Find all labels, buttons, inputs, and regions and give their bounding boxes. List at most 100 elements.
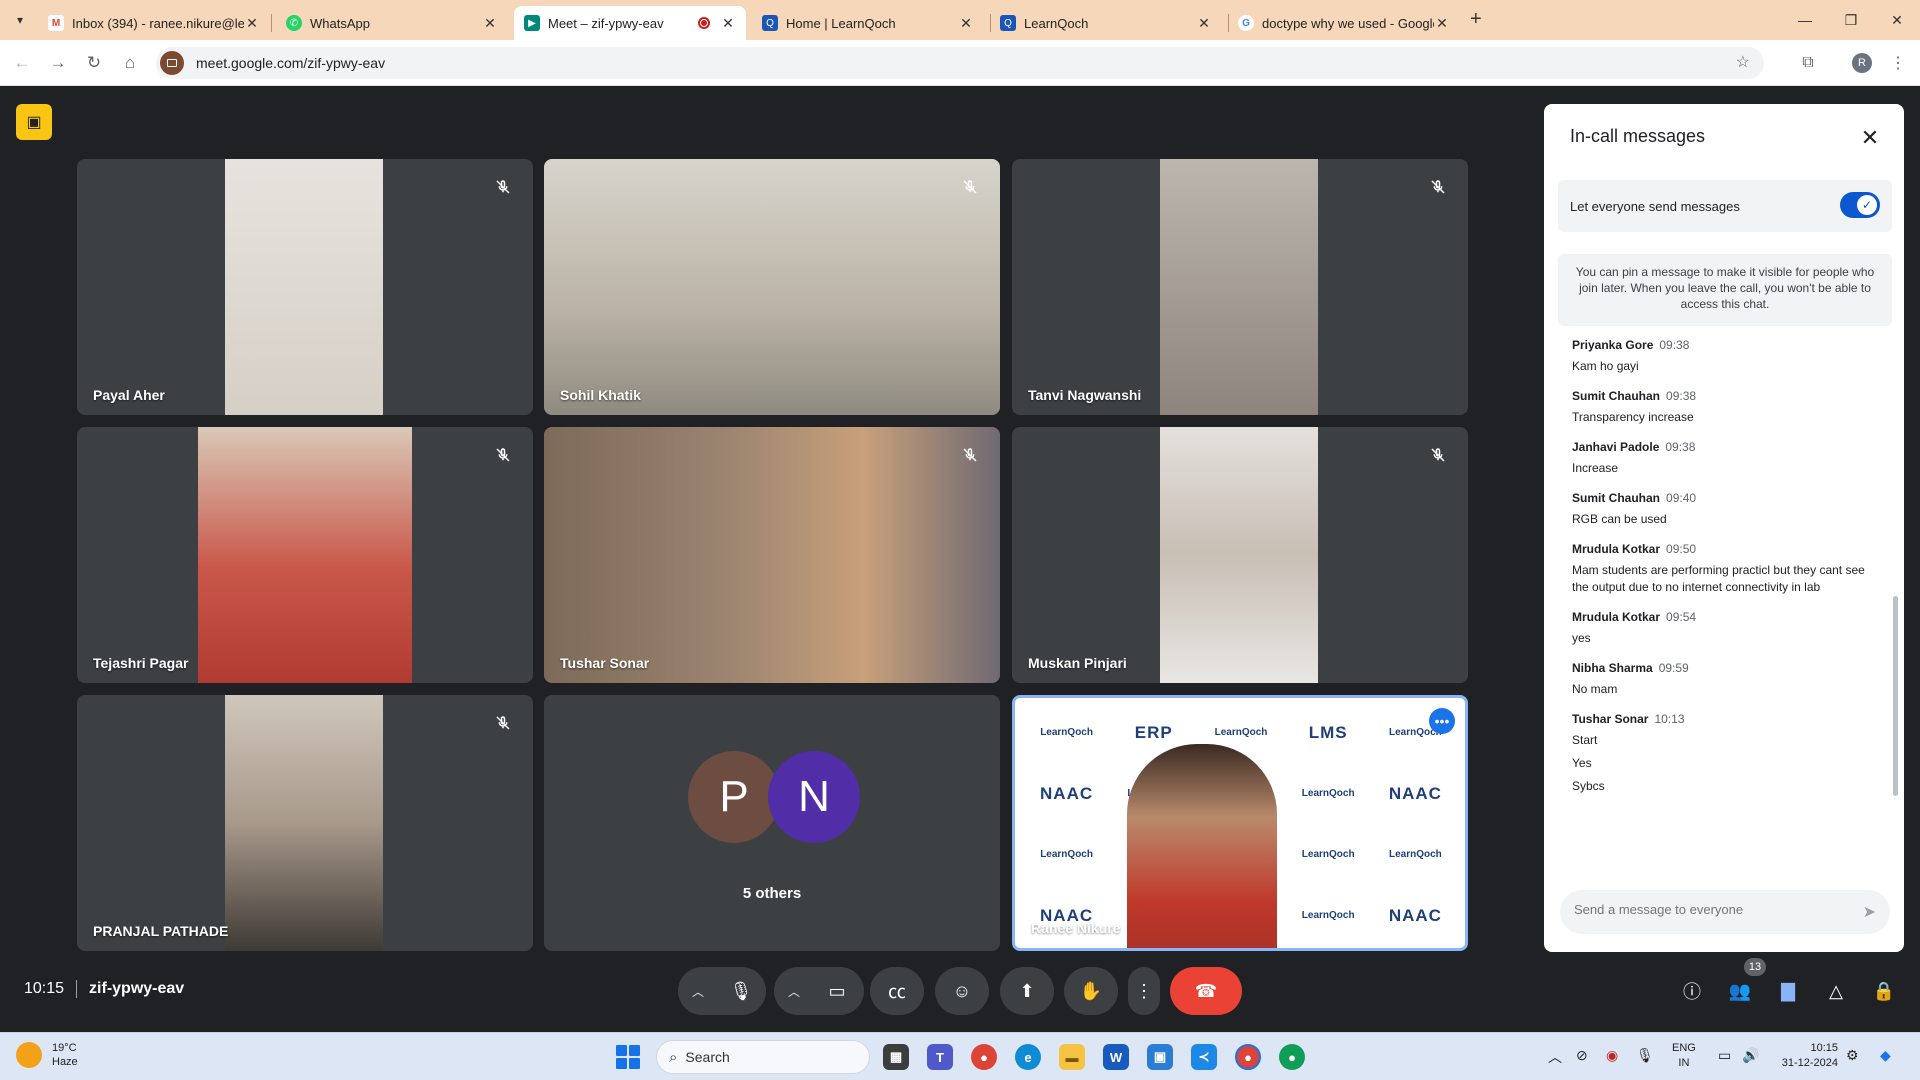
close-tab-icon[interactable]: ✕ xyxy=(1196,15,1212,32)
camera-icon[interactable]: ▭ xyxy=(814,968,860,1014)
file-explorer-icon[interactable]: ▬ xyxy=(1056,1041,1088,1073)
captions-button[interactable]: ㏄ xyxy=(870,967,924,1015)
chrome-profile-icon[interactable]: ● xyxy=(1232,1041,1264,1073)
raise-hand-button[interactable]: ✋ xyxy=(1064,967,1118,1015)
others-count-label: 5 others xyxy=(742,885,802,902)
participant-video xyxy=(1160,159,1318,415)
background-logo: LearnQoch xyxy=(1040,727,1093,738)
restore-button[interactable]: ❐ xyxy=(1828,6,1874,34)
participant-video xyxy=(544,427,1000,683)
participant-tile[interactable]: PRANJAL PATHADE xyxy=(77,695,533,951)
microphone-icon[interactable]: 🎙 xyxy=(718,968,764,1014)
participant-video xyxy=(1160,427,1318,683)
show-hidden-icons[interactable]: ︿ xyxy=(1548,1047,1562,1067)
message-list[interactable]: Priyanka Gore 09:38 Kam ho gayi Sumit Cha… xyxy=(1572,338,1884,878)
learnqoch-icon: Q xyxy=(1000,15,1016,31)
back-button[interactable]: ← xyxy=(8,49,36,77)
chat-scrollbar[interactable] xyxy=(1893,596,1898,796)
message-time: 09:38 xyxy=(1659,338,1690,352)
participant-tile[interactable]: Sohil Khatik xyxy=(544,159,1000,415)
taskbar-search[interactable]: ⌕ Search xyxy=(656,1040,870,1074)
language-indicator[interactable]: ENG IN xyxy=(1672,1041,1696,1071)
close-tab-icon[interactable]: ✕ xyxy=(244,15,260,32)
store-icon[interactable]: ▣ xyxy=(1144,1041,1176,1073)
tab-gmail[interactable]: M Inbox (394) - ranee.nikure@lea ✕ xyxy=(38,6,270,40)
close-icon[interactable]: ✕ xyxy=(1856,124,1884,152)
participant-tile[interactable]: Muskan Pinjari xyxy=(1012,427,1468,683)
extensions-icon[interactable]: ⧉ xyxy=(1794,49,1822,77)
teams-icon[interactable]: T xyxy=(924,1041,956,1073)
participant-tile[interactable]: Tejashri Pagar xyxy=(77,427,533,683)
participant-video xyxy=(225,695,383,951)
message-text: Increase xyxy=(1572,461,1619,475)
close-tab-icon[interactable]: ✕ xyxy=(1434,15,1450,32)
start-button[interactable] xyxy=(616,1045,640,1069)
site-info-icon[interactable] xyxy=(160,51,184,75)
microphone-tray-icon[interactable]: 🎙 xyxy=(1636,1047,1654,1064)
chat-icon[interactable]: ▇ xyxy=(1770,975,1806,1007)
meeting-details: 10:15 zif-ypwy-eav xyxy=(24,980,184,998)
tab-search-button[interactable]: ▾ xyxy=(8,8,32,32)
url-text[interactable]: meet.google.com/zif-ypwy-eav xyxy=(196,55,385,71)
send-icon[interactable]: ➤ xyxy=(1863,902,1876,922)
avatar: P xyxy=(688,751,780,843)
vscode-icon[interactable]: ≺ xyxy=(1188,1041,1220,1073)
profile-avatar[interactable]: R xyxy=(1852,53,1872,73)
word-icon[interactable]: W xyxy=(1100,1041,1132,1073)
address-bar[interactable]: meet.google.com/zif-ypwy-eav ☆ xyxy=(156,47,1764,79)
weather-widget[interactable]: 19°C Haze xyxy=(16,1041,78,1069)
panel-title: In-call messages xyxy=(1570,126,1706,146)
people-icon[interactable]: 👥 xyxy=(1722,975,1758,1007)
chrome-icon[interactable]: ● xyxy=(1276,1041,1308,1073)
more-options-button[interactable]: ⋮ xyxy=(1128,967,1160,1015)
network-icon[interactable]: ▭ xyxy=(1718,1047,1731,1064)
system-clock[interactable]: 10:15 31-12-2024 xyxy=(1770,1041,1838,1071)
recording-icon xyxy=(698,17,710,29)
forward-button[interactable]: → xyxy=(44,49,72,77)
close-tab-icon[interactable]: ✕ xyxy=(482,15,498,32)
message-time: 09:59 xyxy=(1658,661,1689,675)
minimize-button[interactable]: — xyxy=(1782,6,1828,34)
reactions-button[interactable]: ☺ xyxy=(935,967,989,1015)
meet-indicator-icon[interactable]: ▣ xyxy=(16,104,52,140)
participant-tile[interactable]: Payal Aher xyxy=(77,159,533,415)
background-logo: LearnQoch xyxy=(1301,910,1355,921)
video-options-chevron-icon[interactable]: ︿ xyxy=(774,983,814,1000)
tab-whatsapp[interactable]: ✆ WhatsApp ✕ xyxy=(276,6,508,40)
close-window-button[interactable]: ✕ xyxy=(1874,6,1920,34)
participant-tile[interactable]: Tanvi Nagwanshi xyxy=(1012,159,1468,415)
self-tile[interactable]: LearnQoch ERP LearnQoch LMS LearnQoch NA… xyxy=(1012,695,1468,951)
camera-off-icon[interactable]: ⊘ xyxy=(1576,1047,1588,1064)
present-button[interactable]: ⬆ xyxy=(1000,967,1054,1015)
notification-icon[interactable]: ⚙ xyxy=(1846,1047,1859,1064)
task-view-icon[interactable]: ▦ xyxy=(880,1041,912,1073)
meeting-info-icon[interactable]: ⓘ xyxy=(1674,975,1710,1007)
others-tile[interactable]: P N 5 others xyxy=(544,695,1000,951)
send-messages-toggle[interactable] xyxy=(1840,192,1880,218)
reload-button[interactable]: ↻ xyxy=(80,49,108,77)
chrome-icon[interactable]: ● xyxy=(968,1041,1000,1073)
bookmark-star-icon[interactable]: ☆ xyxy=(1736,52,1750,72)
more-options-icon[interactable]: ••• xyxy=(1429,708,1455,734)
edge-icon[interactable]: e xyxy=(1012,1041,1044,1073)
menu-icon[interactable]: ⋮ xyxy=(1884,49,1912,77)
participant-name: Payal Aher xyxy=(93,387,165,403)
divider xyxy=(76,980,78,998)
host-controls-icon[interactable]: 🔒 xyxy=(1866,975,1902,1007)
app-tray-icon[interactable]: ◉ xyxy=(1606,1047,1618,1064)
message-input[interactable] xyxy=(1574,902,1844,917)
close-tab-icon[interactable]: ✕ xyxy=(720,15,736,32)
tab-meet[interactable]: ▶ Meet – zif-ypwy-eav ✕ xyxy=(514,6,746,40)
copilot-icon[interactable]: ◆ xyxy=(1880,1047,1891,1064)
tab-learnqoch-home[interactable]: Q Home | LearnQoch ✕ xyxy=(752,6,984,40)
leave-call-button[interactable]: ☎ xyxy=(1170,967,1242,1015)
home-button[interactable]: ⌂ xyxy=(116,49,144,77)
volume-icon[interactable]: 🔊 xyxy=(1742,1047,1759,1064)
audio-options-chevron-icon[interactable]: ︿ xyxy=(678,983,718,1000)
tab-learnqoch[interactable]: Q LearnQoch ✕ xyxy=(990,6,1222,40)
activities-icon[interactable]: △ xyxy=(1818,975,1854,1007)
tab-google-search[interactable]: G doctype why we used - Google ✕ xyxy=(1228,6,1460,40)
participant-tile[interactable]: Tushar Sonar xyxy=(544,427,1000,683)
close-tab-icon[interactable]: ✕ xyxy=(958,15,974,32)
new-tab-button[interactable]: + xyxy=(1470,8,1482,31)
